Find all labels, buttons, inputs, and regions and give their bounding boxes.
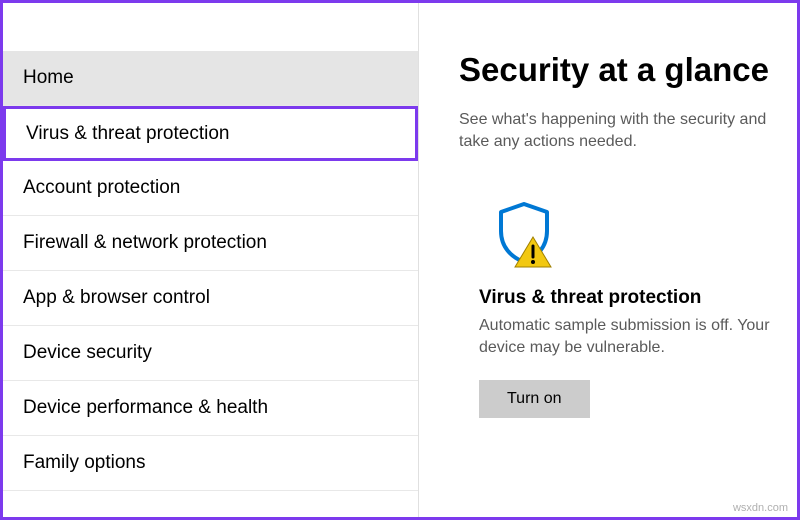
- page-title: Security at a glance: [459, 51, 797, 89]
- main-content: Security at a glance See what's happenin…: [418, 3, 797, 517]
- sidebar-item-label: Device performance & health: [23, 397, 268, 419]
- sidebar-item-label: Home: [23, 67, 74, 89]
- sidebar-item-device-performance[interactable]: Device performance & health: [3, 381, 418, 436]
- watermark: wsxdn.com: [733, 502, 788, 514]
- card-description: Automatic sample submission is off. Your…: [479, 315, 797, 360]
- sidebar-item-family-options[interactable]: Family options: [3, 436, 418, 491]
- shield-warning-icon: [489, 199, 559, 269]
- sidebar-item-label: Account protection: [23, 177, 180, 199]
- sidebar-item-home[interactable]: Home: [3, 51, 418, 106]
- sidebar-item-firewall[interactable]: Firewall & network protection: [3, 216, 418, 271]
- page-subtitle: See what's happening with the security a…: [459, 109, 797, 154]
- sidebar-item-label: Virus & threat protection: [26, 123, 229, 145]
- sidebar-item-virus-threat[interactable]: Virus & threat protection: [3, 106, 418, 161]
- sidebar-item-label: App & browser control: [23, 287, 210, 309]
- sidebar-item-account-protection[interactable]: Account protection: [3, 161, 418, 216]
- sidebar-item-label: Firewall & network protection: [23, 232, 267, 254]
- virus-threat-card: Virus & threat protection Automatic samp…: [459, 199, 797, 418]
- sidebar-item-label: Device security: [23, 342, 152, 364]
- card-title: Virus & threat protection: [479, 287, 701, 309]
- sidebar-item-device-security[interactable]: Device security: [3, 326, 418, 381]
- sidebar: Home Virus & threat protection Account p…: [3, 3, 418, 517]
- sidebar-item-app-browser[interactable]: App & browser control: [3, 271, 418, 326]
- sidebar-item-label: Family options: [23, 452, 146, 474]
- turn-on-button[interactable]: Turn on: [479, 380, 590, 418]
